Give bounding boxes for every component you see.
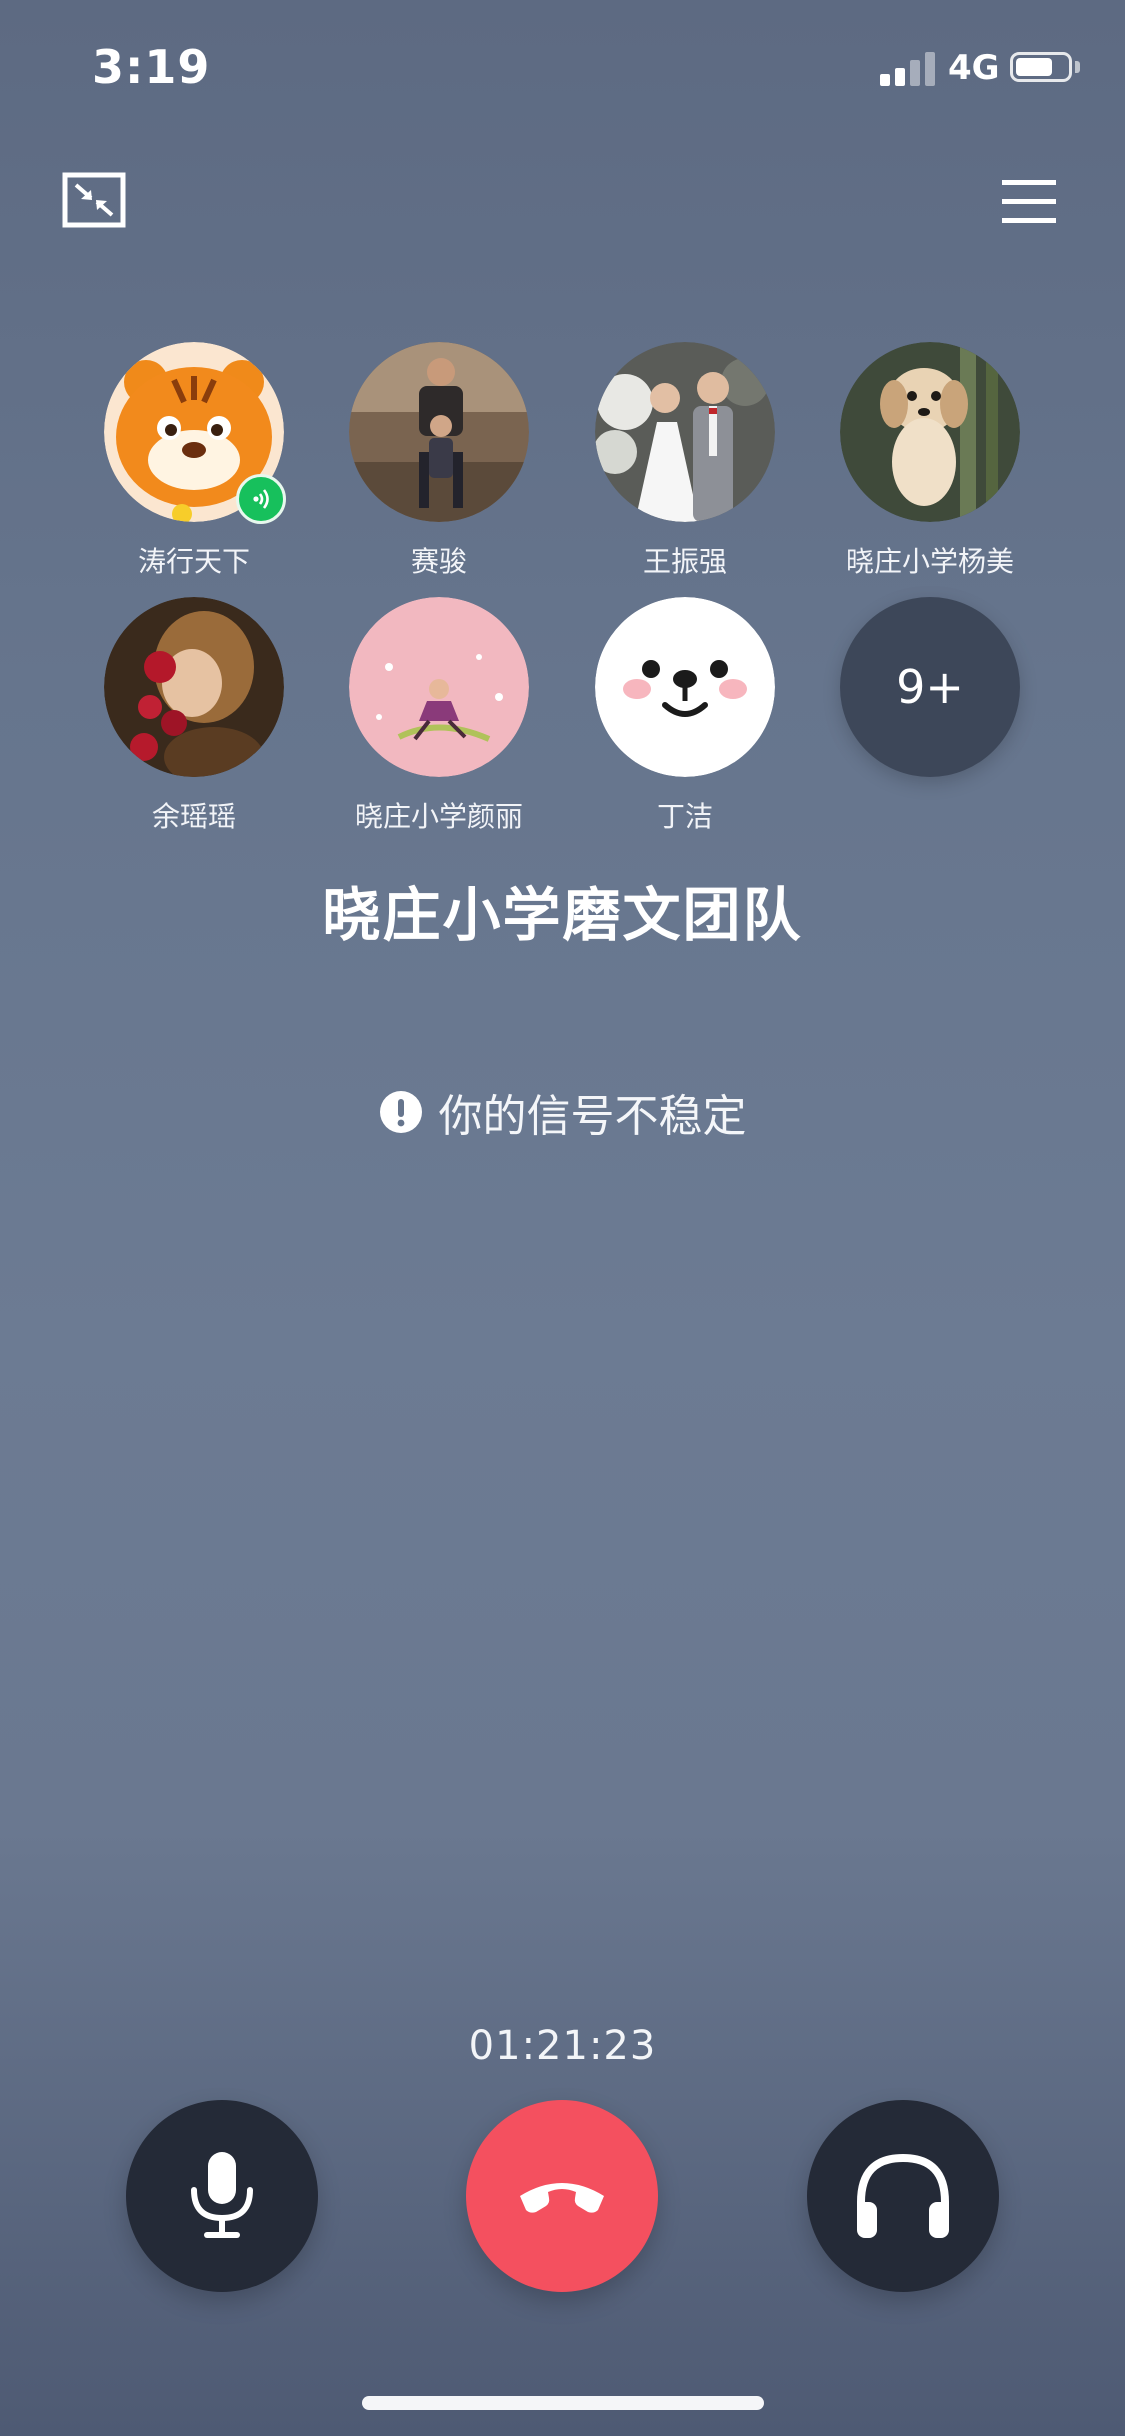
minimize-button[interactable] (62, 172, 126, 228)
hamburger-menu-icon (1002, 180, 1056, 223)
illustration-avatar (349, 597, 529, 777)
participant-name: 晓庄小学颜丽 (354, 800, 523, 833)
cell-signal-icon (880, 50, 936, 86)
status-bar: 3:19 4G (0, 0, 1125, 130)
hang-up-phone-icon (520, 2183, 604, 2213)
participant[interactable]: 晓庄小学颜丽 (319, 597, 559, 835)
avatar (349, 597, 529, 777)
father-child-photo-avatar (349, 342, 529, 522)
avatar (840, 342, 1020, 522)
participant-name: 余瑶瑶 (151, 800, 236, 833)
more-count: 9+ (840, 597, 1020, 777)
avatar (104, 597, 284, 777)
minimize-window-icon (62, 172, 126, 228)
participant-name: 晓庄小学杨美 (845, 545, 1014, 578)
participant-name: 赛骏 (410, 545, 467, 578)
hang-up-button[interactable] (466, 2100, 658, 2292)
microphone-icon (191, 2152, 253, 2238)
exclamation-icon (379, 1091, 422, 1133)
painting-portrait-avatar (104, 597, 284, 777)
participant-name: 丁洁 (656, 800, 713, 833)
menu-button[interactable] (1000, 176, 1058, 228)
speaking-indicator-icon (236, 474, 286, 524)
participant[interactable]: 晓庄小学杨美 (810, 342, 1050, 580)
participant[interactable]: 涛行天下 (74, 342, 314, 580)
participant[interactable]: 赛骏 (319, 342, 559, 580)
home-indicator[interactable] (362, 2396, 764, 2410)
signal-warning: 你的信号不稳定 (0, 1080, 1125, 1144)
headphones-icon (857, 2153, 949, 2238)
cony-bear-avatar (595, 597, 775, 777)
participant[interactable]: 王振强 (565, 342, 805, 580)
avatar (595, 342, 775, 522)
participant-name: 王振强 (642, 545, 727, 578)
puppy-photo-avatar (840, 342, 1020, 522)
call-timer: 01:21:23 (468, 2023, 657, 2069)
wedding-photo-avatar (595, 342, 775, 522)
avatar (349, 342, 529, 522)
audio-output-button[interactable] (807, 2100, 999, 2292)
warning-text: 你的信号不稳定 (438, 1091, 747, 1142)
more-participants-button[interactable]: 9+ (810, 597, 1050, 777)
battery-icon (1010, 52, 1072, 82)
network-type: 4G (948, 48, 1000, 88)
avatar (104, 342, 286, 524)
participant[interactable]: 余瑶瑶 (74, 597, 314, 835)
status-time: 3:19 (92, 40, 211, 94)
group-name: 晓庄小学磨文团队 (322, 881, 803, 949)
mute-button[interactable] (126, 2100, 318, 2292)
participant[interactable]: 丁洁 (565, 597, 805, 835)
avatar (595, 597, 775, 777)
participant-name: 涛行天下 (137, 545, 250, 578)
